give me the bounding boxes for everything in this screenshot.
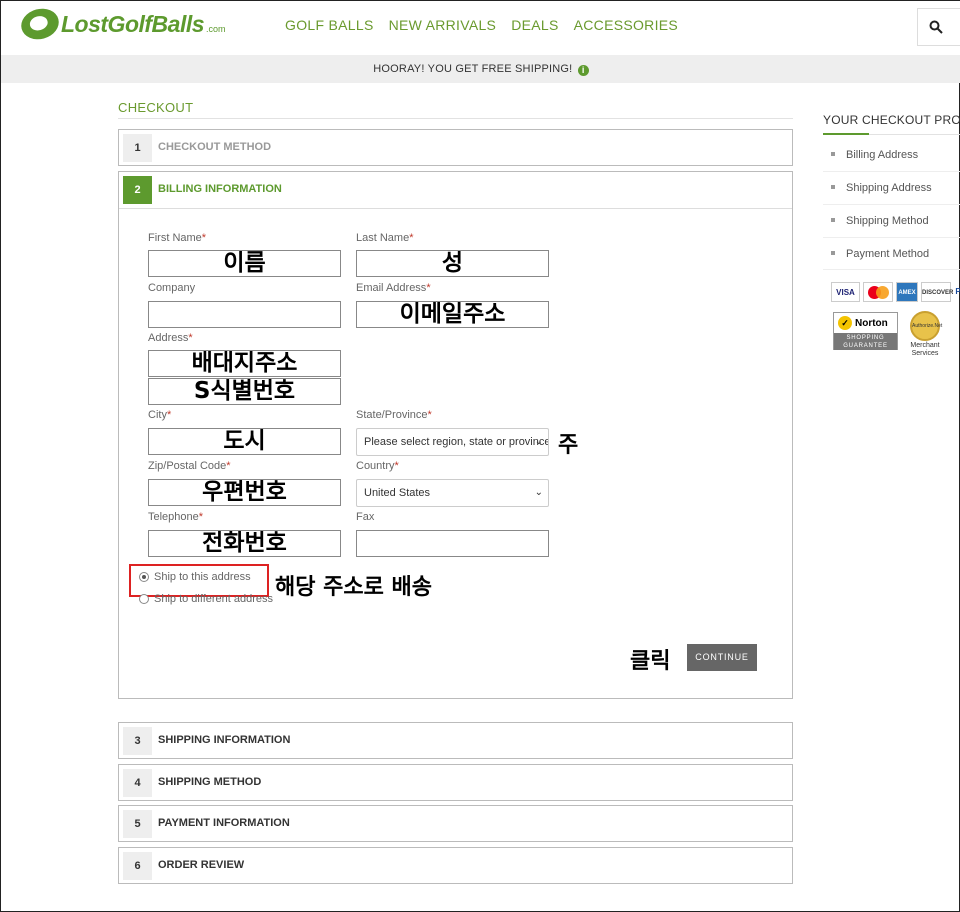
email-field[interactable]: 이메일주소 xyxy=(356,301,549,328)
address-line1-field[interactable]: 배대지주소 xyxy=(148,350,341,377)
address-label: Address* xyxy=(148,332,193,344)
zip-field[interactable]: 우편번호 xyxy=(148,479,341,506)
progress-shipping-address: Shipping Address xyxy=(831,182,932,194)
step-number: 6 xyxy=(123,852,152,880)
company-label: Company xyxy=(148,282,196,294)
step-payment-information[interactable]: 5 PAYMENT INFORMATION xyxy=(118,805,793,842)
amex-icon: AMEX xyxy=(896,282,918,302)
site-logo[interactable]: LostGolfBalls .com xyxy=(17,4,226,44)
progress-billing-address: Billing Address xyxy=(831,149,918,161)
discover-icon: DISCOVER xyxy=(921,282,953,302)
last-name-field[interactable]: 성 xyxy=(356,250,549,277)
last-name-label: Last Name* xyxy=(356,232,414,244)
email-label: Email Address* xyxy=(356,282,431,294)
progress-divider xyxy=(823,204,960,205)
step-number: 1 xyxy=(123,134,152,162)
country-select[interactable]: United States ⌄ xyxy=(356,479,549,507)
step-order-review[interactable]: 6 ORDER REVIEW xyxy=(118,847,793,884)
progress-payment-method: Payment Method xyxy=(831,248,929,260)
state-annotation: 주 xyxy=(558,433,579,458)
search-button[interactable] xyxy=(917,8,960,46)
authorize-net-badge[interactable]: Authorize.Net Merchant Services xyxy=(905,311,945,358)
chevron-down-icon: ⌄ xyxy=(534,436,543,447)
ship-to-this-address-label: Ship to this address xyxy=(154,571,251,583)
free-shipping-banner: HOORAY! YOU GET FREE SHIPPING! i xyxy=(1,55,960,83)
page-title: CHECKOUT xyxy=(118,100,194,115)
progress-shipping-method: Shipping Method xyxy=(831,215,929,227)
norton-badge[interactable]: ✓ Norton SHOPPING GUARANTEE xyxy=(833,312,898,350)
ship-to-different-address-label: Ship to different address xyxy=(154,593,274,605)
payment-cards: VISA AMEX DISCOVER P xyxy=(831,282,960,302)
golf-ball-logo-icon xyxy=(17,4,63,44)
logo-text: LostGolfBalls xyxy=(61,10,205,37)
info-icon[interactable]: i xyxy=(577,65,589,76)
progress-divider xyxy=(823,269,960,270)
ship-to-different-address-option[interactable]: Ship to different address xyxy=(139,593,273,605)
mastercard-icon xyxy=(863,282,893,302)
step-number: 5 xyxy=(123,810,152,838)
merchant-services-label: Merchant Services xyxy=(910,342,940,357)
country-select-value: United States xyxy=(364,487,431,499)
zip-label: Zip/Postal Code* xyxy=(148,460,231,472)
main-nav: GOLF BALLS NEW ARRIVALS DEALS ACCESSORIE… xyxy=(285,17,678,33)
company-field[interactable] xyxy=(148,301,341,328)
ship-annotation: 해당 주소로 배송 xyxy=(275,575,432,600)
step-billing-header[interactable]: 2 BILLING INFORMATION xyxy=(119,172,792,209)
nav-accessories[interactable]: ACCESSORIES xyxy=(574,17,678,33)
progress-title-accent xyxy=(823,133,869,135)
title-divider xyxy=(118,118,793,119)
norton-guarantee: SHOPPING GUARANTEE xyxy=(834,333,897,350)
chevron-down-icon: ⌄ xyxy=(534,487,543,498)
free-shipping-text: HOORAY! YOU GET FREE SHIPPING! xyxy=(373,63,573,75)
telephone-label: Telephone* xyxy=(148,511,204,523)
step-label: SHIPPING INFORMATION xyxy=(158,734,291,746)
step-shipping-method[interactable]: 4 SHIPPING METHOD xyxy=(118,764,793,801)
progress-divider xyxy=(823,237,960,238)
step-label: CHECKOUT METHOD xyxy=(158,141,272,153)
continue-button[interactable]: CONTINUE xyxy=(687,644,757,671)
fax-label: Fax xyxy=(356,511,375,523)
first-name-label: First Name* xyxy=(148,232,207,244)
address-line2-field[interactable]: S식별번호 xyxy=(148,378,341,405)
radio-checked-icon[interactable] xyxy=(139,572,149,582)
step-label: ORDER REVIEW xyxy=(158,859,245,871)
first-name-field[interactable]: 이름 xyxy=(148,250,341,277)
state-select-value: Please select region, state or province xyxy=(364,436,549,448)
ship-to-this-address-option[interactable]: Ship to this address xyxy=(139,571,251,583)
step-checkout-method[interactable]: 1 CHECKOUT METHOD xyxy=(118,129,793,166)
step-number: 4 xyxy=(123,769,152,797)
search-icon xyxy=(929,20,943,34)
logo-suffix: .com xyxy=(206,24,226,34)
step-label: BILLING INFORMATION xyxy=(158,183,282,195)
progress-title-divider xyxy=(869,134,960,135)
step-label: PAYMENT INFORMATION xyxy=(158,817,290,829)
country-label: Country* xyxy=(356,460,399,472)
visa-icon: VISA xyxy=(831,282,860,302)
fax-field[interactable] xyxy=(356,530,549,557)
step-label: SHIPPING METHOD xyxy=(158,776,262,788)
site-header: LostGolfBalls .com GOLF BALLS NEW ARRIVA… xyxy=(1,1,960,55)
step-shipping-information[interactable]: 3 SHIPPING INFORMATION xyxy=(118,722,793,759)
state-label: State/Province* xyxy=(356,409,432,421)
city-field[interactable]: 도시 xyxy=(148,428,341,455)
nav-golf-balls[interactable]: GOLF BALLS xyxy=(285,17,374,33)
click-annotation: 클릭 xyxy=(630,649,671,674)
state-select[interactable]: Please select region, state or province … xyxy=(356,428,549,456)
norton-label: Norton xyxy=(855,317,888,329)
nav-new-arrivals[interactable]: NEW ARRIVALS xyxy=(389,17,497,33)
progress-divider xyxy=(823,171,960,172)
paypal-icon: P xyxy=(955,287,960,296)
city-label: City* xyxy=(148,409,172,421)
radio-unchecked-icon[interactable] xyxy=(139,594,149,604)
telephone-field[interactable]: 전화번호 xyxy=(148,530,341,557)
step-number: 2 xyxy=(123,176,152,204)
authorize-net-seal-icon: Authorize.Net xyxy=(910,311,942,341)
check-icon: ✓ xyxy=(838,316,852,330)
nav-deals[interactable]: DEALS xyxy=(511,17,558,33)
step-number: 3 xyxy=(123,727,152,755)
checkout-progress-title: YOUR CHECKOUT PROGRESS xyxy=(823,113,960,127)
